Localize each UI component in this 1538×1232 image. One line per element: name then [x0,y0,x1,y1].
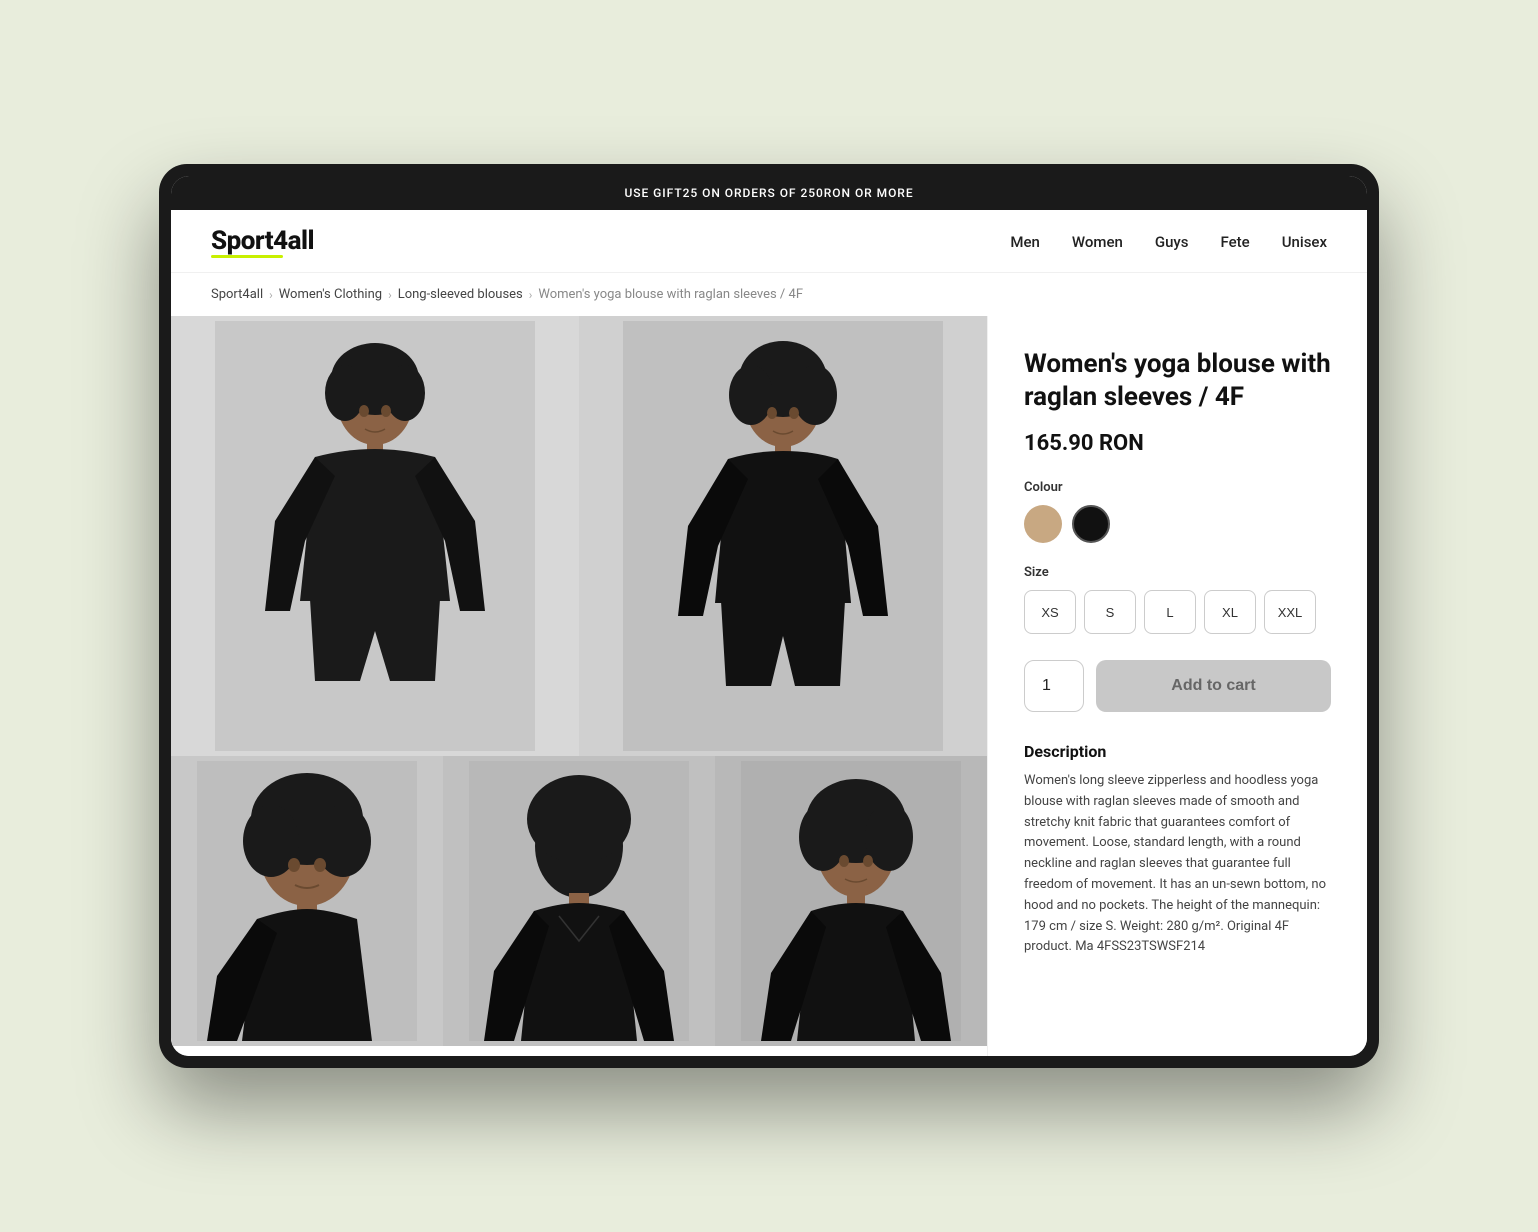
cart-row: Add to cart [1024,660,1331,712]
nav-guys[interactable]: Guys [1155,233,1189,251]
figure-svg-5 [741,761,961,1041]
figure-svg-2 [623,321,943,751]
colour-label: Colour [1024,480,1331,495]
image-gallery [171,316,987,1056]
size-s[interactable]: S [1084,590,1136,634]
size-xl[interactable]: XL [1204,590,1256,634]
add-to-cart-button[interactable]: Add to cart [1096,660,1331,712]
tablet-screen: USE GIFT25 ON ORDERS OF 250RON OR MORE S… [171,176,1367,1056]
promo-banner: USE GIFT25 ON ORDERS OF 250RON OR MORE [171,176,1367,210]
figure-svg-1 [215,321,535,751]
breadcrumb-current: Women's yoga blouse with raglan sleeves … [538,287,803,302]
nav-fete[interactable]: Fete [1221,233,1250,251]
size-label: Size [1024,565,1331,580]
breadcrumb-home[interactable]: Sport4all [211,287,263,302]
breadcrumb-womens-clothing[interactable]: Women's Clothing [279,287,382,302]
product-title: Women's yoga blouse with raglan sleeves … [1024,348,1331,413]
nav-unisex[interactable]: Unisex [1282,233,1327,251]
site-header: Sport4all Men Women Guys Fete Unisex [171,210,1367,273]
colour-options [1024,505,1331,543]
site-logo[interactable]: Sport4all [211,226,314,256]
product-info-panel: Women's yoga blouse with raglan sleeves … [987,316,1367,1056]
colour-swatch-black[interactable] [1072,505,1110,543]
product-image-5 [715,756,987,1046]
size-xxl[interactable]: XXL [1264,590,1316,634]
product-image-3 [171,756,443,1046]
breadcrumb-sep-2: › [388,288,392,302]
nav-men[interactable]: Men [1010,233,1040,251]
figure-svg-3 [197,761,417,1041]
product-image-1 [171,316,579,756]
main-nav: Men Women Guys Fete Unisex [1010,232,1327,251]
colour-swatch-tan[interactable] [1024,505,1062,543]
description-title: Description [1024,742,1331,761]
figure-svg-4 [469,761,689,1041]
breadcrumb: Sport4all › Women's Clothing › Long-slee… [171,273,1367,316]
product-price: 165.90 RON [1024,431,1331,456]
product-image-4 [443,756,715,1046]
breadcrumb-sep-1: › [269,288,273,302]
size-l[interactable]: L [1144,590,1196,634]
size-options: XS S L XL XXL [1024,590,1331,634]
promo-text: USE GIFT25 ON ORDERS OF 250RON OR MORE [624,186,913,200]
breadcrumb-sep-3: › [529,288,533,302]
tablet-frame: USE GIFT25 ON ORDERS OF 250RON OR MORE S… [159,164,1379,1068]
breadcrumb-blouses[interactable]: Long-sleeved blouses [398,287,523,302]
product-page: Women's yoga blouse with raglan sleeves … [171,316,1367,1056]
product-image-2 [579,316,987,756]
quantity-input[interactable] [1024,660,1084,712]
size-xs[interactable]: XS [1024,590,1076,634]
nav-women[interactable]: Women [1072,233,1123,251]
description-text: Women's long sleeve zipperless and hoodl… [1024,771,1331,958]
